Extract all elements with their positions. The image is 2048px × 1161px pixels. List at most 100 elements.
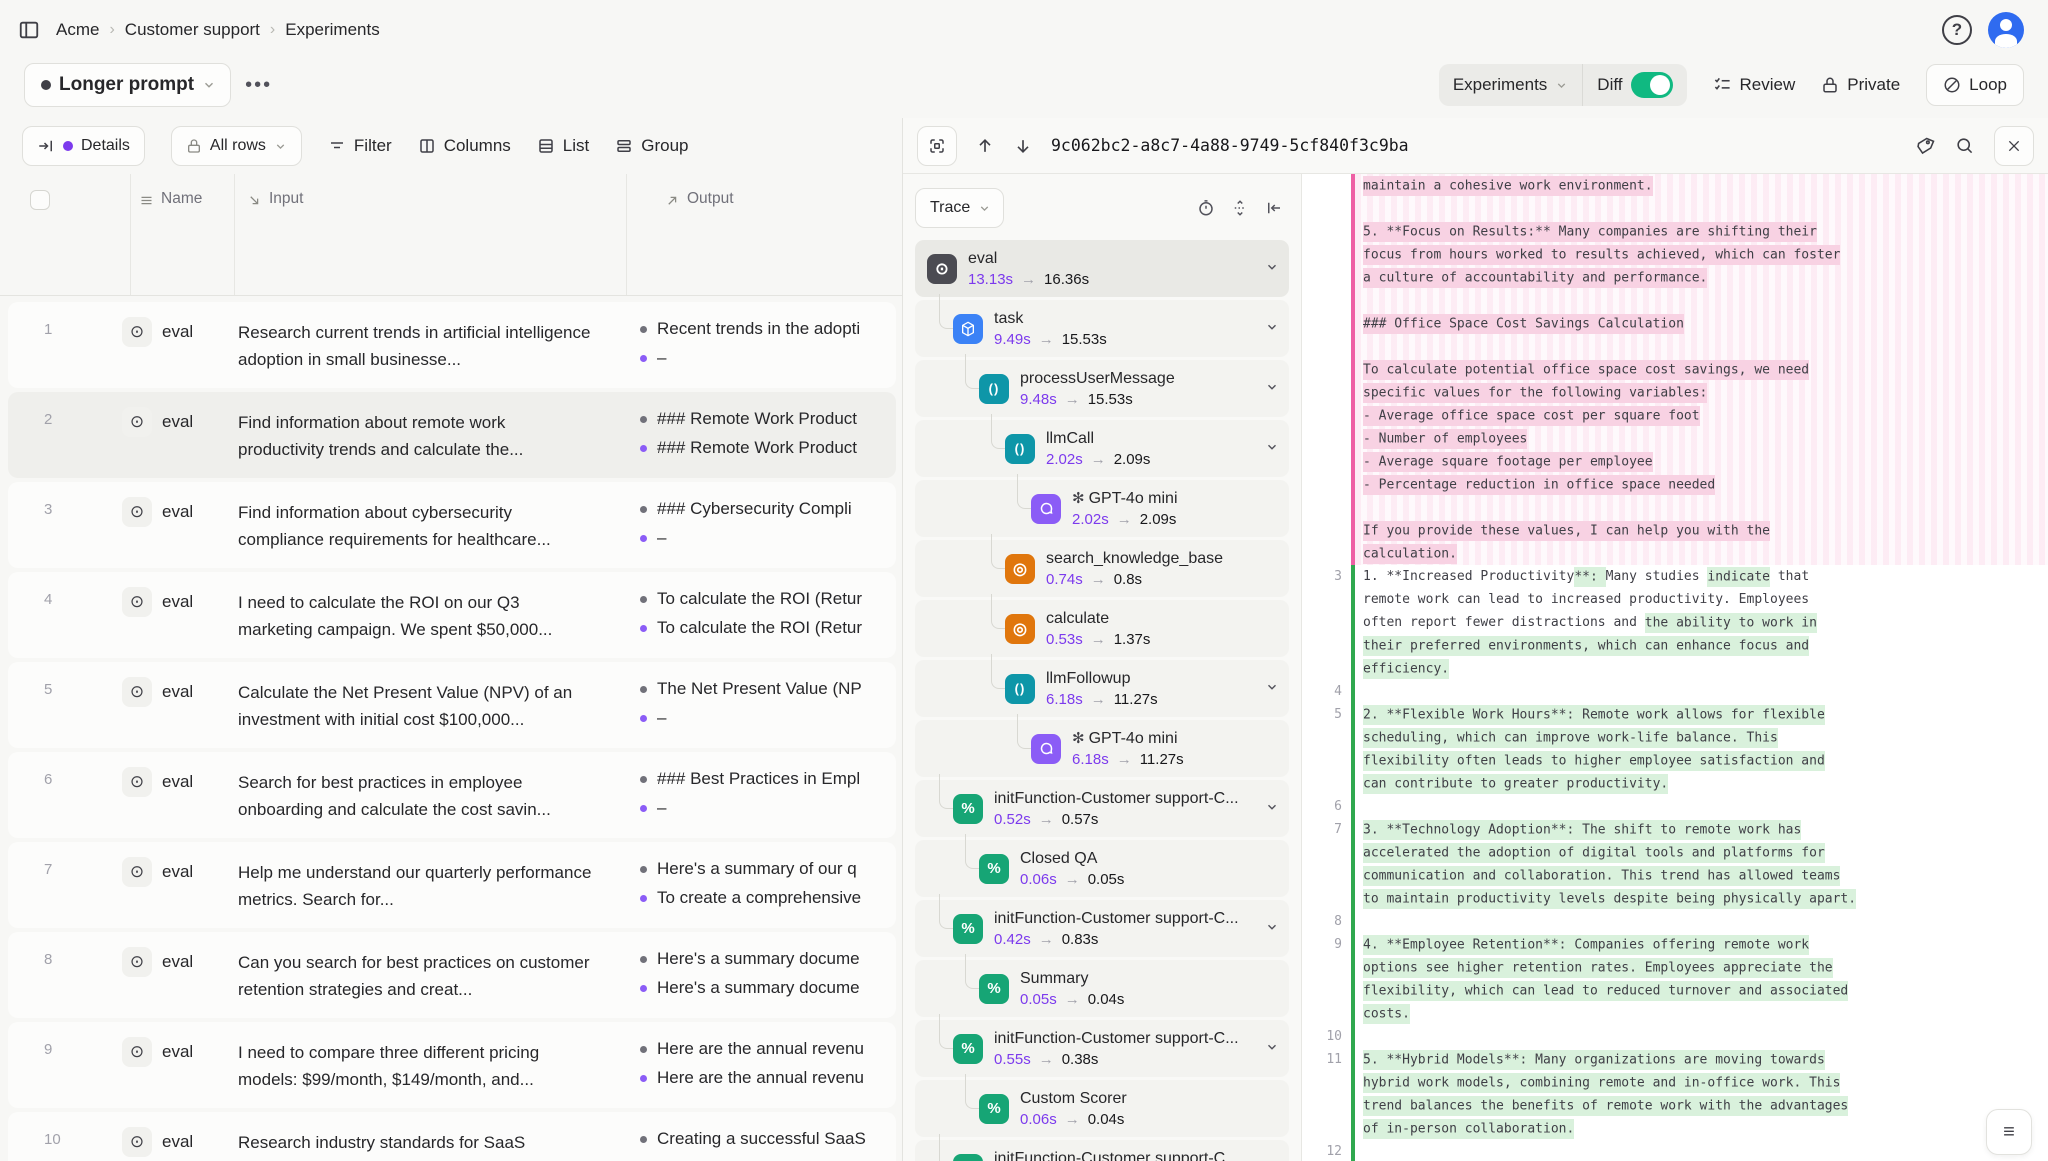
output-line: Recent trends in the adopti [640,319,896,339]
trace-tree-node[interactable]: ✻GPT-4o mini 2.02s→2.09s [915,480,1289,537]
experiment-selector-button[interactable]: Longer prompt [24,63,231,107]
trace-tree-node[interactable]: ◎ calculate 0.53s→1.37s [915,600,1289,657]
llm-icon [1031,494,1061,524]
trace-tree-node[interactable]: task 9.49s→15.53s [915,300,1289,357]
diff-line-number [1302,174,1342,197]
function-icon: () [1005,674,1035,704]
timing-icon[interactable] [1197,199,1215,217]
group-button[interactable]: Group [615,136,688,156]
chevron-down-icon[interactable] [1265,800,1279,814]
columns-button[interactable]: Columns [418,136,511,156]
review-button[interactable]: Review [1713,75,1796,95]
title-bar: Longer prompt ••• Experiments Diff Revie… [0,60,2048,118]
column-header-input[interactable]: Input [235,174,627,295]
avatar[interactable] [1988,12,2024,48]
table-row[interactable]: 4 ⊙ eval I need to calculate the ROI on … [8,572,896,658]
rows-filter-button[interactable]: All rows [171,126,302,166]
span-durations: 9.48s→15.53s [1020,391,1175,408]
table-row[interactable]: 8 ⊙ eval Can you search for best practic… [8,932,896,1018]
filter-button[interactable]: Filter [328,136,392,156]
select-all-checkbox[interactable] [30,190,50,210]
table-row[interactable]: 9 ⊙ eval I need to compare three differe… [8,1022,896,1108]
scorer-icon: % [979,974,1009,1004]
row-number: 2 [8,407,122,428]
trace-tree-node[interactable]: % Custom Scorer 0.06s→0.04s [915,1080,1289,1137]
more-options-button[interactable]: ••• [245,74,272,97]
breadcrumb-project[interactable]: Customer support [125,20,260,40]
breadcrumb-section[interactable]: Experiments [285,20,379,40]
span-durations: 0.06s→0.05s [1020,871,1124,888]
close-panel-button[interactable] [1994,126,2034,166]
collapse-panel-icon[interactable] [1265,199,1283,217]
list-button[interactable]: List [537,136,589,156]
trace-tree-node[interactable]: ⊙ eval 13.13s→16.36s [915,240,1289,297]
trace-tree-node[interactable]: ✻GPT-4o mini 6.18s→11.27s [915,720,1289,777]
trace-tree-node[interactable]: () llmFollowup 6.18s→11.27s [915,660,1289,717]
output-line: ### Remote Work Product [640,409,896,429]
chevron-down-icon[interactable] [1265,260,1279,274]
trace-tree-node[interactable]: () llmCall 2.02s→2.09s [915,420,1289,477]
diff-added-line: 73. **Technology Adoption**: The shift t… [1302,818,2048,841]
output-line: – [640,348,896,368]
diff-deleted-line: - Number of employees [1302,427,2048,450]
chevron-down-icon[interactable] [1265,380,1279,394]
table-row[interactable]: 7 ⊙ eval Help me understand our quarterl… [8,842,896,928]
trace-tree-node[interactable]: % initFunction-Customer support-C... 3.6… [915,1140,1289,1161]
table-row[interactable]: 1 ⊙ eval Research current trends in arti… [8,302,896,388]
table-row[interactable]: 2 ⊙ eval Find information about remote w… [8,392,896,478]
row-input: Calculate the Net Present Value (NPV) of… [226,677,618,733]
chevron-down-icon[interactable] [1265,1040,1279,1054]
loop-button[interactable]: Loop [1926,64,2024,106]
chevron-down-icon[interactable] [1265,320,1279,334]
trace-tree-node[interactable]: () processUserMessage 9.48s→15.53s [915,360,1289,417]
diff-added-line: 52. **Flexible Work Hours**: Remote work… [1302,703,2048,726]
expand-panel-button[interactable] [917,126,957,166]
span-name: Summary [1020,970,1124,988]
diff-added-line: 31. **Increased Productivity**: Many stu… [1302,565,2048,588]
diff-line-number [1302,243,1342,266]
diff-toggle[interactable] [1631,72,1673,98]
output-line: The Net Present Value (NP [640,679,896,699]
diff-line-number [1302,289,1342,312]
expand-all-icon[interactable] [1231,199,1249,217]
eval-row-icon: ⊙ [122,317,152,347]
previous-row-button[interactable] [975,136,995,156]
tag-icon[interactable] [1916,136,1935,155]
trace-tree-node[interactable]: ◎ search_knowledge_base 0.74s→0.8s [915,540,1289,597]
chevron-down-icon [274,140,287,153]
span-durations: 2.02s→2.09s [1046,451,1150,468]
diff-line-number [1302,519,1342,542]
table-row[interactable]: 5 ⊙ eval Calculate the Net Present Value… [8,662,896,748]
row-number: 1 [8,317,122,338]
trace-tree-node[interactable]: % initFunction-Customer support-C... 0.5… [915,1020,1289,1077]
table-row[interactable]: 6 ⊙ eval Search for best practices in em… [8,752,896,838]
output-line: ### Remote Work Product [640,438,896,458]
diff-added-line: 115. **Hybrid Models**: Many organizatio… [1302,1048,2048,1071]
column-header-name[interactable]: Name [131,174,235,295]
search-icon[interactable] [1955,136,1974,155]
table-row[interactable]: 3 ⊙ eval Find information about cybersec… [8,482,896,568]
diff-content: maintain a cohesive work environment.5. … [1302,174,2048,1161]
trace-tree-node[interactable]: % initFunction-Customer support-C... 0.4… [915,900,1289,957]
diff-line-number [1302,657,1342,680]
sidebar-toggle-icon[interactable] [18,19,40,41]
column-header-output[interactable]: Output [627,174,902,295]
diff-line-number: 6 [1302,795,1342,818]
trace-tree-node[interactable]: % initFunction-Customer support-C... 0.5… [915,780,1289,837]
private-button[interactable]: Private [1821,75,1900,95]
help-icon[interactable]: ? [1942,15,1972,45]
outline-toggle-button[interactable]: ≡ [1986,1109,2032,1155]
output-bullet-purple [640,805,647,812]
trace-tree-node[interactable]: % Closed QA 0.06s→0.05s [915,840,1289,897]
chevron-down-icon[interactable] [1265,920,1279,934]
details-button[interactable]: Details [22,126,145,166]
chevron-down-icon[interactable] [1265,680,1279,694]
table-row[interactable]: 10 ⊙ eval Research industry standards fo… [8,1112,896,1161]
view-selector-button[interactable]: Experiments [1439,75,1582,95]
breadcrumb-org[interactable]: Acme [56,20,99,40]
trace-view-selector[interactable]: Trace [915,188,1004,228]
trace-tree-node[interactable]: % Summary 0.05s→0.04s [915,960,1289,1017]
row-name: eval [162,952,193,972]
chevron-down-icon[interactable] [1265,440,1279,454]
next-row-button[interactable] [1013,136,1033,156]
